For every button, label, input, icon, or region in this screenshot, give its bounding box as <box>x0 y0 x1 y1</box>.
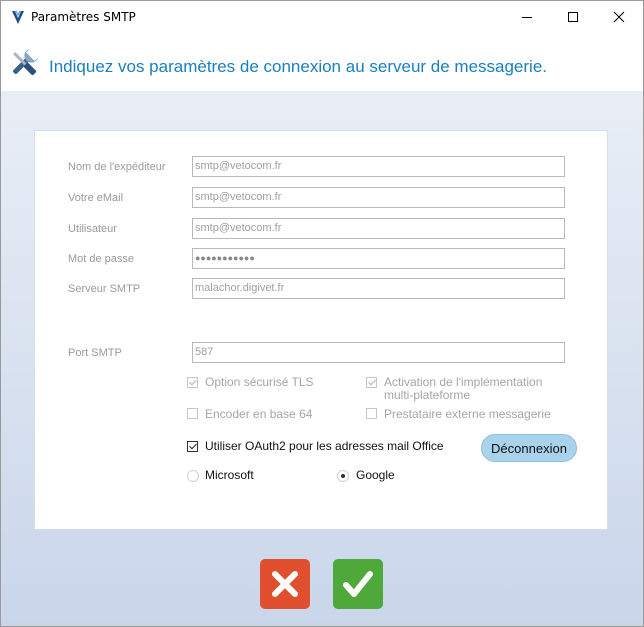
sender-name-field[interactable]: smtp@vetocom.fr <box>192 156 565 177</box>
minimize-button[interactable] <box>504 1 550 33</box>
ok-button[interactable] <box>333 559 383 609</box>
user-field[interactable]: smtp@vetocom.fr <box>192 218 565 239</box>
password-field[interactable]: ●●●●●●●●●●● <box>192 248 565 269</box>
close-button[interactable] <box>596 1 642 33</box>
base64-checkbox[interactable] <box>187 408 198 419</box>
tools-icon <box>12 48 39 76</box>
sender-name-label: Nom de l'expéditeur <box>68 161 166 173</box>
header: Indiquez vos paramètres de connexion au … <box>1 33 643 91</box>
microsoft-label: Microsoft <box>205 468 254 482</box>
server-label: Serveur SMTP <box>68 283 141 295</box>
server-field[interactable]: malachor.digivet.fr <box>192 278 565 299</box>
external-provider-label: Prestataire externe messagerie <box>384 407 551 421</box>
multiplatform-checkbox[interactable] <box>366 377 377 388</box>
minimize-icon <box>522 17 532 18</box>
password-label: Mot de passe <box>68 253 135 265</box>
microsoft-radio[interactable] <box>187 470 199 482</box>
google-radio[interactable] <box>337 470 349 482</box>
google-label: Google <box>356 468 395 482</box>
oauth2-label: Utiliser OAuth2 pour les adresses mail O… <box>205 439 444 453</box>
maximize-icon <box>568 12 578 22</box>
settings-panel: Nom de l'expéditeur smtp@vetocom.fr Votr… <box>34 130 608 530</box>
x-icon <box>272 571 298 597</box>
tls-label: Option sécurisé TLS <box>205 375 314 389</box>
cancel-button[interactable] <box>260 559 310 609</box>
oauth2-checkbox[interactable] <box>187 441 198 452</box>
tls-checkbox[interactable] <box>187 377 198 388</box>
external-provider-checkbox[interactable] <box>366 408 377 419</box>
email-field[interactable]: smtp@vetocom.fr <box>192 187 565 208</box>
multiplatform-label-line2: multi-plateforme <box>384 388 471 402</box>
app-logo-icon <box>12 10 24 24</box>
smtp-settings-window: Paramètres SMTP Indiquez vos paramètres … <box>0 0 644 627</box>
header-text: Indiquez vos paramètres de connexion au … <box>49 57 548 76</box>
disconnect-button[interactable]: Déconnexion <box>481 434 577 462</box>
email-label: Votre eMail <box>68 192 124 204</box>
title-bar: Paramètres SMTP <box>1 1 643 33</box>
maximize-button[interactable] <box>550 1 596 33</box>
port-label: Port SMTP <box>68 347 122 359</box>
close-icon <box>613 11 625 23</box>
base64-label: Encoder en base 64 <box>205 407 313 421</box>
port-field[interactable]: 587 <box>192 342 565 363</box>
user-label: Utilisateur <box>68 223 117 235</box>
window-title: Paramètres SMTP <box>31 10 136 24</box>
checkmark-icon <box>343 571 373 597</box>
